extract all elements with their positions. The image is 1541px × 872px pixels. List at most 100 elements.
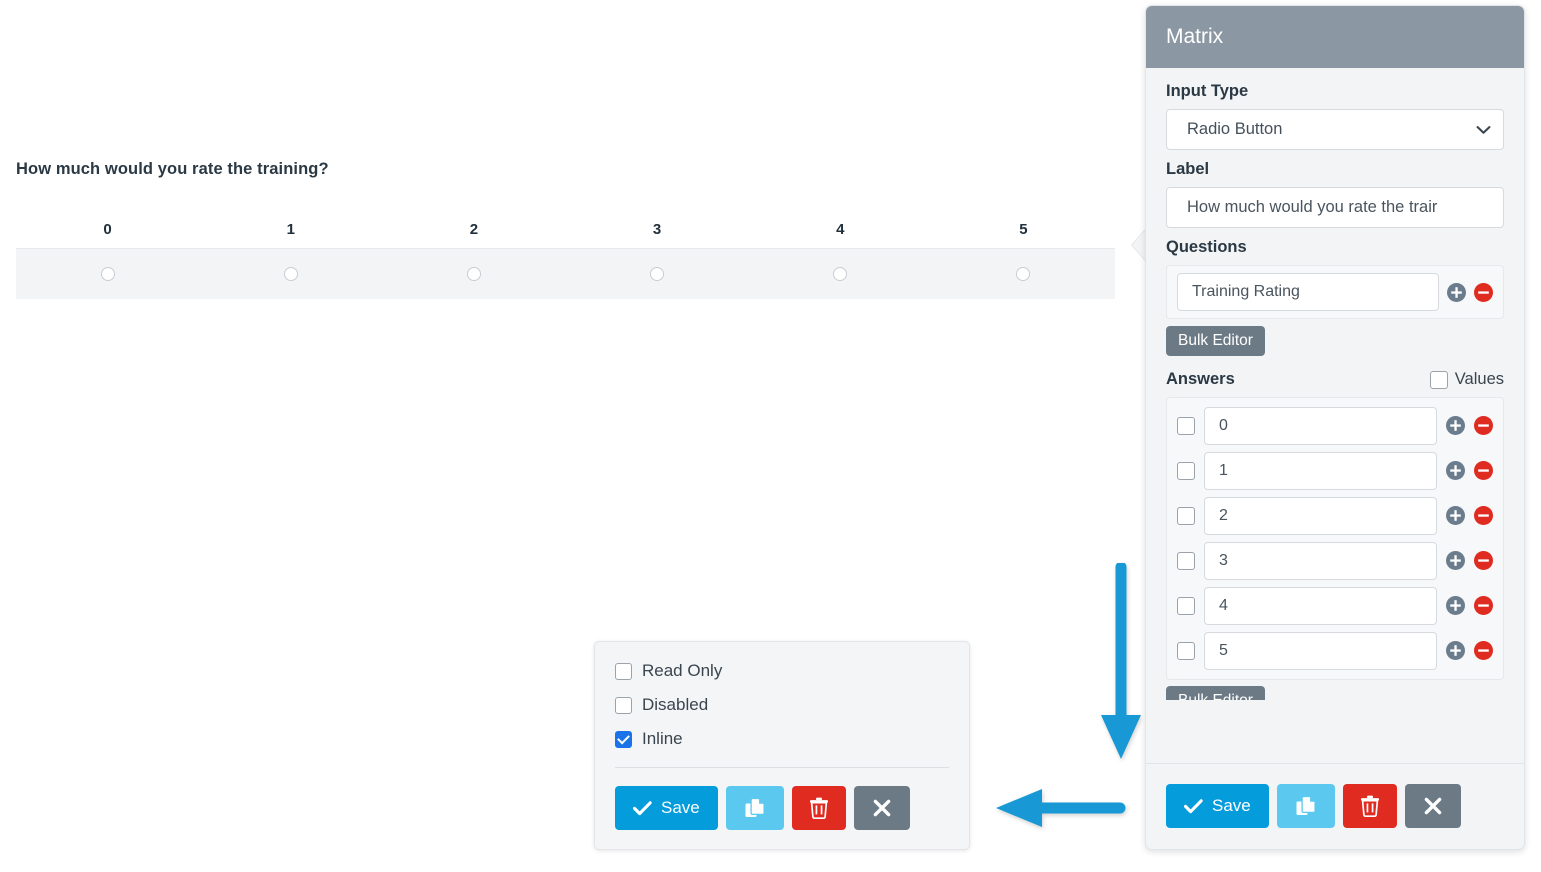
duplicate-button[interactable] — [725, 786, 784, 830]
add-question-button[interactable] — [1447, 282, 1466, 302]
answers-label: Answers — [1166, 370, 1235, 388]
remove-answer-button[interactable] — [1474, 506, 1493, 525]
remove-answer-button[interactable] — [1474, 461, 1493, 480]
minus-circle-icon — [1474, 551, 1493, 570]
add-answer-button[interactable] — [1446, 461, 1465, 480]
panel-duplicate-button[interactable] — [1276, 784, 1335, 828]
check-icon — [1184, 798, 1203, 813]
trash-icon — [1360, 795, 1379, 817]
panel-header: Matrix — [1146, 6, 1524, 68]
bulk-editor-answers-clip: Bulk Editor — [1166, 686, 1504, 700]
plus-circle-icon — [1446, 596, 1465, 615]
panel-save-button-label: Save — [1212, 796, 1251, 815]
answer-row: 1 — [1177, 448, 1493, 493]
radio-button-0[interactable] — [100, 267, 115, 281]
radio-button-2[interactable] — [466, 267, 481, 281]
add-answer-button[interactable] — [1446, 551, 1465, 570]
bulk-editor-questions-button[interactable]: Bulk Editor — [1166, 326, 1265, 356]
matrix-cell[interactable] — [566, 267, 749, 281]
add-answer-button[interactable] — [1446, 506, 1465, 525]
options-card: Read Only Disabled Inline Save — [594, 641, 970, 850]
close-button[interactable] — [853, 786, 910, 830]
save-button[interactable]: Save — [615, 786, 718, 830]
panel-pointer — [1132, 229, 1146, 261]
matrix-column-header: 4 — [836, 220, 845, 238]
card-divider — [615, 767, 949, 768]
remove-answer-button[interactable] — [1474, 551, 1493, 570]
minus-circle-icon — [1474, 416, 1493, 435]
page-title: How much would you rate the training? — [16, 160, 329, 178]
remove-answer-button[interactable] — [1474, 596, 1493, 615]
input-type-select-wrapper: Radio Button — [1166, 109, 1504, 150]
add-answer-button[interactable] — [1446, 416, 1465, 435]
matrix-cell[interactable] — [16, 267, 199, 281]
read-only-label: Read Only — [642, 661, 723, 680]
save-button-label: Save — [661, 798, 700, 817]
answer-select-checkbox[interactable] — [1177, 416, 1195, 435]
copy-icon — [1296, 795, 1316, 815]
answer-input[interactable]: 3 — [1204, 541, 1437, 580]
plus-circle-icon — [1446, 551, 1465, 570]
panel-footer: Save — [1146, 763, 1524, 849]
answer-input[interactable]: 1 — [1204, 451, 1437, 490]
checkbox-row-disabled[interactable]: Disabled — [615, 688, 949, 722]
left-arrow-annotation — [996, 789, 1126, 827]
panel-save-button[interactable]: Save — [1166, 784, 1269, 828]
answer-select-checkbox[interactable] — [1177, 596, 1195, 615]
matrix-cell[interactable] — [932, 267, 1115, 281]
minus-circle-icon — [1474, 282, 1493, 302]
values-label: Values — [1454, 370, 1504, 388]
matrix-cell[interactable] — [749, 267, 932, 281]
label-field-input[interactable]: How much would you rate the trair — [1166, 187, 1504, 228]
checkbox-row-read-only[interactable]: Read Only — [615, 654, 949, 688]
values-checkbox[interactable] — [1429, 370, 1448, 389]
answer-input[interactable]: 0 — [1204, 406, 1437, 445]
remove-answer-button[interactable] — [1474, 641, 1493, 660]
answer-select-checkbox[interactable] — [1177, 551, 1195, 570]
panel-delete-button[interactable] — [1342, 784, 1397, 828]
answer-input[interactable]: 4 — [1204, 586, 1437, 625]
plus-circle-icon — [1446, 461, 1465, 480]
answer-select-checkbox[interactable] — [1177, 641, 1195, 660]
questions-list: Training Rating — [1166, 265, 1504, 319]
disabled-checkbox[interactable] — [615, 696, 632, 714]
read-only-checkbox[interactable] — [615, 662, 632, 680]
add-answer-button[interactable] — [1446, 596, 1465, 615]
answer-input[interactable]: 2 — [1204, 496, 1437, 535]
delete-button[interactable] — [791, 786, 846, 830]
panel-title: Matrix — [1166, 25, 1224, 48]
answer-select-checkbox[interactable] — [1177, 461, 1195, 480]
answer-row: 0 — [1177, 403, 1493, 448]
answer-select-checkbox[interactable] — [1177, 506, 1195, 525]
input-type-label: Input Type — [1166, 82, 1249, 100]
matrix-column-header: 0 — [103, 220, 112, 238]
minus-circle-icon — [1474, 596, 1493, 615]
answer-row: 4 — [1177, 583, 1493, 628]
values-toggle[interactable]: Values — [1429, 370, 1504, 389]
radio-button-5[interactable] — [1016, 267, 1031, 281]
add-answer-button[interactable] — [1446, 641, 1465, 660]
matrix-table: 0 1 2 3 4 5 — [16, 210, 1115, 299]
checkbox-row-inline[interactable]: Inline — [615, 722, 949, 756]
answer-input[interactable]: 5 — [1204, 631, 1437, 670]
radio-button-1[interactable] — [283, 267, 298, 281]
matrix-cell[interactable] — [382, 267, 565, 281]
disabled-label: Disabled — [642, 695, 709, 714]
label-field-label: Label — [1166, 160, 1210, 178]
radio-button-4[interactable] — [833, 267, 848, 281]
inline-checkbox[interactable] — [615, 730, 632, 748]
copy-icon — [745, 797, 765, 817]
radio-button-3[interactable] — [650, 267, 665, 281]
minus-circle-icon — [1474, 506, 1493, 525]
remove-answer-button[interactable] — [1474, 416, 1493, 435]
plus-circle-icon — [1446, 506, 1465, 525]
bulk-editor-answers-button[interactable]: Bulk Editor — [1166, 686, 1265, 700]
question-input[interactable]: Training Rating — [1177, 273, 1439, 311]
remove-question-button[interactable] — [1474, 282, 1493, 302]
app-root: How much would you rate the training? 0 … — [0, 0, 1541, 872]
question-row: Training Rating — [1177, 273, 1493, 311]
matrix-cell[interactable] — [199, 267, 382, 281]
matrix-answer-row — [16, 248, 1115, 299]
input-type-select[interactable]: Radio Button — [1166, 109, 1504, 150]
panel-close-button[interactable] — [1404, 784, 1461, 828]
